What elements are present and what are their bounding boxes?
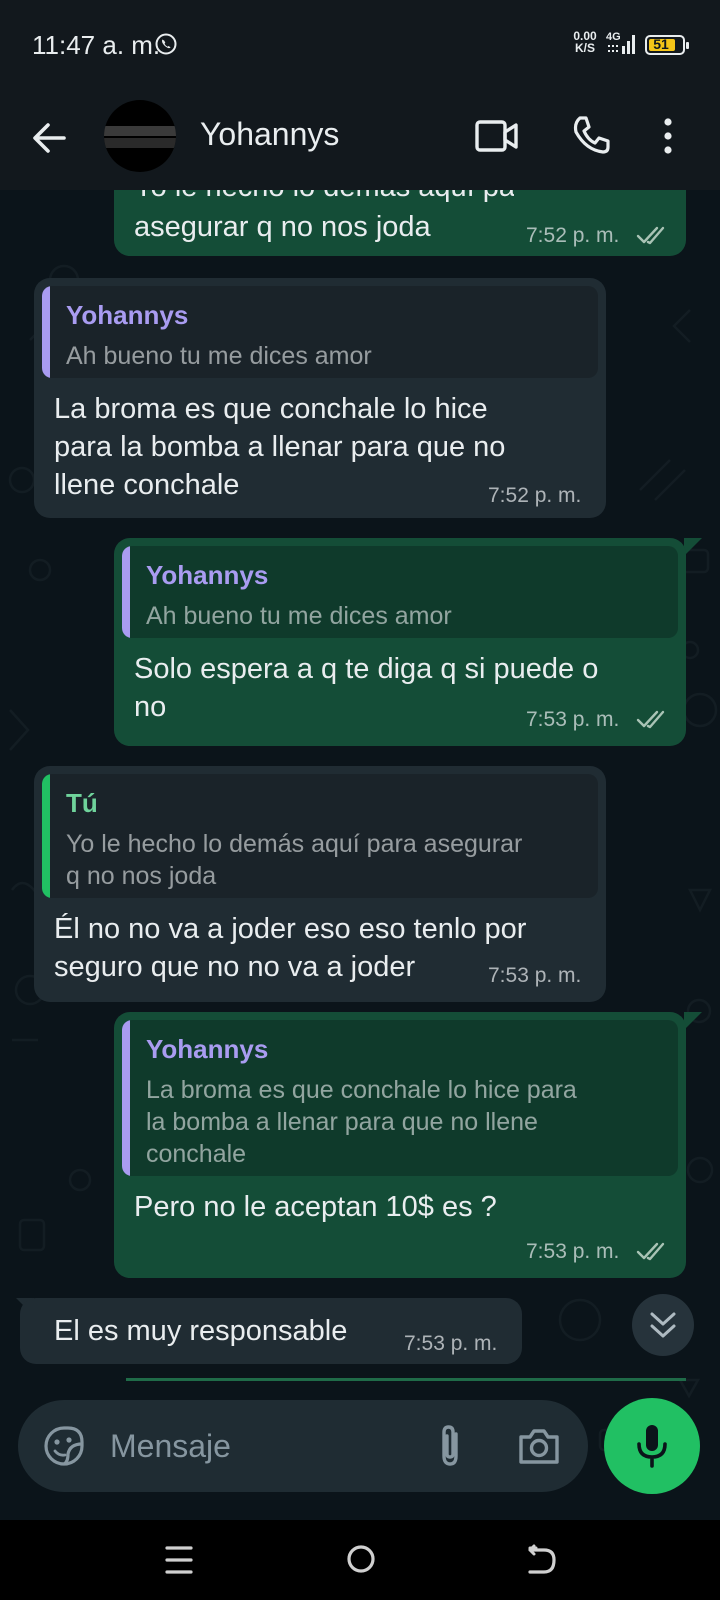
message-time: 7:53 p. m.	[488, 964, 582, 987]
message-bubble-outgoing[interactable]: Yohannys La broma es que conchale lo hic…	[114, 1012, 686, 1278]
battery-icon: 51	[645, 35, 689, 55]
paperclip-icon[interactable]	[428, 1422, 472, 1470]
network-speed: 0.00 K/S	[573, 29, 597, 55]
quoted-author: Yohannys	[146, 1034, 269, 1064]
back-nav-icon[interactable]	[524, 1542, 558, 1578]
message-text: Pero no le aceptan 10$ es ?	[134, 1191, 497, 1223]
message-bubble-outgoing[interactable]: Yohannys Ah bueno tu me dices amor Solo …	[114, 538, 686, 746]
contact-name[interactable]: Yohannys	[200, 116, 339, 153]
message-time: 7:53 p. m.	[526, 1240, 620, 1263]
read-receipt-icon	[636, 710, 665, 729]
quoted-author: Yohannys	[146, 560, 269, 590]
status-time: 11:47 a. m.	[32, 30, 161, 60]
recent-apps-icon[interactable]	[164, 1542, 194, 1578]
typing-progress-line	[126, 1378, 686, 1381]
quoted-text: Ah bueno tu me dices amor	[146, 602, 452, 630]
camera-icon[interactable]	[516, 1424, 562, 1468]
read-receipt-icon	[636, 1242, 665, 1261]
bubble-tail	[684, 538, 702, 556]
message-time: 7:53 p. m.	[526, 708, 620, 731]
message-text-partial: Yo le hecho lo demás aquí para	[134, 190, 514, 204]
svg-text:4G: 4G	[606, 31, 621, 43]
message-time: 7:52 p. m.	[526, 224, 620, 247]
quoted-author: Tú	[66, 788, 98, 818]
quoted-text: Yo le hecho lo demás aquí para asegurar …	[66, 830, 523, 890]
sticker-icon[interactable]	[42, 1424, 86, 1468]
system-navigation-bar	[0, 1520, 720, 1600]
message-time: 7:53 p. m.	[404, 1332, 498, 1355]
microphone-icon	[637, 1425, 667, 1468]
quoted-text: La broma es que conchale lo hice para la…	[146, 1076, 577, 1168]
bubble-tail	[684, 1012, 702, 1030]
quoted-author: Yohannys	[66, 300, 189, 330]
message-time: 7:52 p. m.	[488, 484, 582, 507]
message-text: asegurar q no nos joda	[134, 211, 431, 243]
message-bubble-incoming[interactable]: Tú Yo le hecho lo demás aquí para asegur…	[34, 766, 606, 1002]
video-call-icon[interactable]	[474, 116, 520, 156]
quoted-message[interactable]: Yohannys La broma es que conchale lo hic…	[122, 1020, 678, 1176]
home-icon[interactable]	[344, 1542, 378, 1576]
status-bar: 11:47 a. m. 0.00 K/S 4G 51	[0, 0, 720, 90]
message-bubble-incoming[interactable]: Yohannys Ah bueno tu me dices amor La br…	[34, 278, 606, 518]
quoted-message[interactable]: Yohannys Ah bueno tu me dices amor	[122, 546, 678, 638]
message-text: El es muy responsable	[54, 1315, 348, 1347]
chat-conversation[interactable]: Yo le hecho lo demás aquí para asegurar …	[0, 190, 720, 1520]
phone-call-icon[interactable]	[570, 114, 612, 156]
quoted-text: Ah bueno tu me dices amor	[66, 342, 372, 370]
message-input[interactable]	[110, 1420, 400, 1472]
whatsapp-notification-icon	[155, 33, 177, 55]
chat-header: Yohannys	[0, 90, 720, 190]
double-chevron-down-icon	[650, 1312, 676, 1338]
avatar[interactable]	[104, 100, 176, 172]
compose-bar	[18, 1400, 588, 1492]
quoted-message[interactable]: Yohannys Ah bueno tu me dices amor	[42, 286, 598, 378]
more-options-icon[interactable]	[660, 114, 676, 158]
message-bubble-incoming[interactable]: El es muy responsable 7:53 p. m.	[20, 1298, 522, 1364]
signal-icon: 4G	[606, 31, 635, 54]
scroll-to-bottom-button[interactable]	[632, 1294, 694, 1356]
read-receipt-icon	[636, 226, 665, 245]
voice-message-button[interactable]	[604, 1398, 700, 1494]
back-arrow-icon[interactable]	[28, 116, 72, 160]
battery-level: 51	[653, 36, 669, 52]
message-bubble-outgoing[interactable]: Yo le hecho lo demás aquí para asegurar …	[114, 190, 686, 256]
quoted-message[interactable]: Tú Yo le hecho lo demás aquí para asegur…	[42, 774, 598, 898]
